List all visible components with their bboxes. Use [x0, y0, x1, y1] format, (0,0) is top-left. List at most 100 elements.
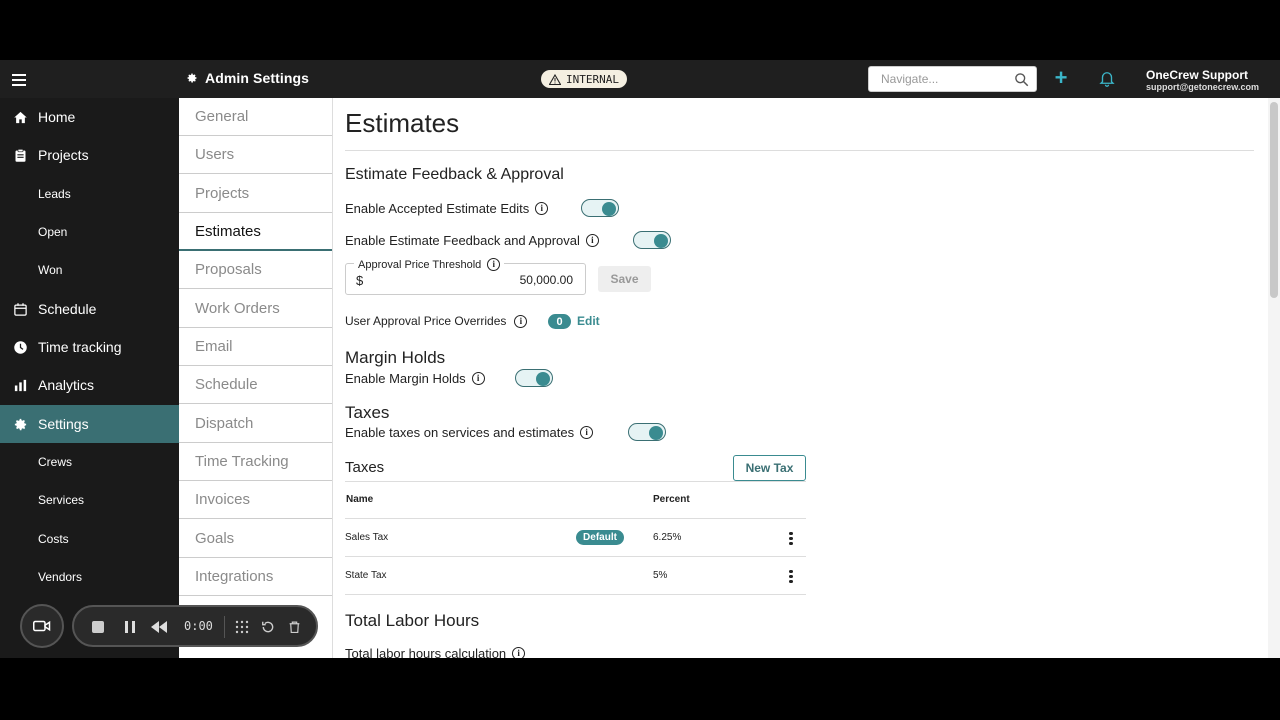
margin-holds-heading: Margin Holds: [345, 348, 446, 367]
taxes-heading: Taxes: [345, 403, 390, 422]
more-options-icon[interactable]: [788, 530, 794, 546]
sidebar-item-open[interactable]: Open: [0, 213, 179, 251]
trash-icon[interactable]: [284, 617, 304, 637]
taxes-table-heading: Taxes: [345, 459, 385, 476]
info-icon[interactable]: i: [512, 647, 526, 658]
table-header: Name Percent: [345, 481, 806, 519]
sidebar-item-label: Crews: [38, 455, 73, 469]
sidebar-item-costs[interactable]: Costs: [0, 520, 179, 558]
sidebar-item-crews[interactable]: Crews: [0, 443, 179, 481]
info-icon[interactable]: i: [580, 426, 594, 439]
user-name: OneCrew Support: [1146, 68, 1249, 82]
approval-threshold-field[interactable]: Approval Price Threshold i $ 50,000.00: [345, 258, 586, 295]
recorder-bar: 0:00: [72, 605, 318, 647]
settings-tab-projects[interactable]: Projects: [179, 175, 332, 213]
grid-icon[interactable]: [232, 617, 252, 637]
main-content: Estimates Estimate Feedback & Approval E…: [333, 98, 1268, 658]
user-menu[interactable]: OneCrew Support support@getonecrew.com: [1146, 69, 1259, 93]
divider: [345, 150, 1254, 151]
menu-icon[interactable]: [12, 71, 26, 87]
stop-icon[interactable]: [88, 617, 108, 637]
labor-calc-label: Total labor hours calculation: [345, 646, 507, 658]
sidebar-item-label: Projects: [38, 147, 89, 163]
overrides-setting: User Approval Price Overrides i: [345, 314, 528, 328]
sidebar-item-label: Schedule: [38, 301, 97, 317]
sidebar-item-vendors[interactable]: Vendors: [0, 558, 179, 596]
settings-tab-invoices[interactable]: Invoices: [179, 481, 332, 519]
column-name-header: Name: [346, 494, 374, 505]
new-tax-button[interactable]: New Tax: [733, 455, 806, 481]
restart-icon[interactable]: [258, 617, 278, 637]
accepted-edits-label: Enable Accepted Estimate Edits: [345, 201, 530, 216]
sidebar-item-label: Leads: [38, 187, 71, 201]
page-header: Admin Settings: [186, 70, 309, 86]
gear-icon: [14, 418, 27, 430]
accepted-edits-toggle[interactable]: [581, 199, 619, 217]
search-input[interactable]: [881, 72, 1011, 86]
settings-tab-users[interactable]: Users: [179, 136, 332, 174]
settings-tab-dispatch[interactable]: Dispatch: [179, 405, 332, 443]
sidebar-item-projects[interactable]: Projects: [0, 136, 179, 174]
sidebar-item-label: Time tracking: [38, 339, 122, 355]
sidebar-item-label: Settings: [38, 416, 89, 432]
column-percent-header: Percent: [653, 494, 690, 505]
currency-symbol: $: [356, 273, 364, 288]
edit-overrides-link[interactable]: Edit: [577, 314, 600, 328]
pause-icon[interactable]: [120, 617, 140, 637]
settings-tab-proposals[interactable]: Proposals: [179, 251, 332, 289]
overrides-label: User Approval Price Overrides: [345, 314, 507, 328]
sidebar-item-time-tracking[interactable]: Time tracking: [0, 328, 179, 366]
settings-tab-schedule[interactable]: Schedule: [179, 366, 332, 404]
scrollbar[interactable]: [1268, 98, 1280, 658]
tax-percent: 5%: [653, 570, 668, 581]
table-row[interactable]: State Tax 5%: [345, 557, 806, 595]
info-icon[interactable]: i: [535, 202, 549, 215]
sidebar-item-label: Home: [38, 109, 76, 125]
camera-icon[interactable]: [20, 604, 64, 648]
info-icon[interactable]: i: [487, 258, 501, 271]
sidebar-item-label: Services: [38, 493, 85, 507]
feedback-approval-toggle[interactable]: [633, 231, 671, 249]
settings-tab-work-orders[interactable]: Work Orders: [179, 290, 332, 328]
overrides-count-badge: 0: [548, 314, 571, 329]
labor-hours-heading: Total Labor Hours: [345, 611, 480, 630]
bell-icon[interactable]: [1098, 68, 1116, 88]
info-icon[interactable]: i: [585, 234, 599, 247]
settings-tab-integrations[interactable]: Integrations: [179, 558, 332, 596]
sidebar-item-won[interactable]: Won: [0, 251, 179, 289]
add-icon[interactable]: +: [1052, 67, 1070, 89]
taxes-toggle[interactable]: [628, 423, 666, 441]
threshold-input[interactable]: 50,000.00: [520, 273, 573, 287]
settings-tab-estimates[interactable]: Estimates: [179, 213, 332, 251]
tax-name: Sales Tax: [345, 532, 389, 543]
settings-tab-email[interactable]: Email: [179, 328, 332, 366]
sidebar-item-schedule[interactable]: Schedule: [0, 290, 179, 328]
threshold-legend: Approval Price Threshold i: [354, 258, 505, 271]
info-icon[interactable]: i: [471, 372, 485, 385]
scrollbar-thumb[interactable]: [1270, 102, 1278, 298]
app-window: Admin Settings INTERNAL + OneCrew Suppor…: [0, 60, 1280, 658]
table-row[interactable]: Sales Tax Default 6.25%: [345, 519, 806, 557]
settings-tab-goals[interactable]: Goals: [179, 520, 332, 558]
sidebar-item-analytics[interactable]: Analytics: [0, 366, 179, 404]
info-icon[interactable]: i: [514, 314, 528, 328]
navigate-search[interactable]: [868, 66, 1037, 92]
taxes-setting: Enable taxes on services and estimates i: [345, 425, 594, 440]
margin-holds-toggle[interactable]: [515, 369, 553, 387]
home-icon: [14, 111, 27, 123]
settings-tab-time-tracking[interactable]: Time Tracking: [179, 443, 332, 481]
feedback-approval-label: Enable Estimate Feedback and Approval: [345, 233, 580, 248]
more-options-icon[interactable]: [788, 568, 794, 584]
sidebar-item-services[interactable]: Services: [0, 481, 179, 519]
recording-time: 0:00: [184, 619, 213, 633]
settings-tab-general[interactable]: General: [179, 98, 332, 136]
tax-percent: 6.25%: [653, 532, 682, 543]
sidebar-item-home[interactable]: Home: [0, 98, 179, 136]
search-icon[interactable]: [1014, 72, 1029, 87]
sidebar-item-leads[interactable]: Leads: [0, 175, 179, 213]
save-button[interactable]: Save: [598, 266, 651, 292]
taxes-table: Name Percent Sales Tax Default 6.25% Sta…: [345, 481, 806, 595]
sidebar-item-settings[interactable]: Settings: [0, 405, 179, 443]
rewind-icon[interactable]: [149, 617, 169, 637]
feedback-approval-setting: Enable Estimate Feedback and Approval i: [345, 233, 599, 248]
